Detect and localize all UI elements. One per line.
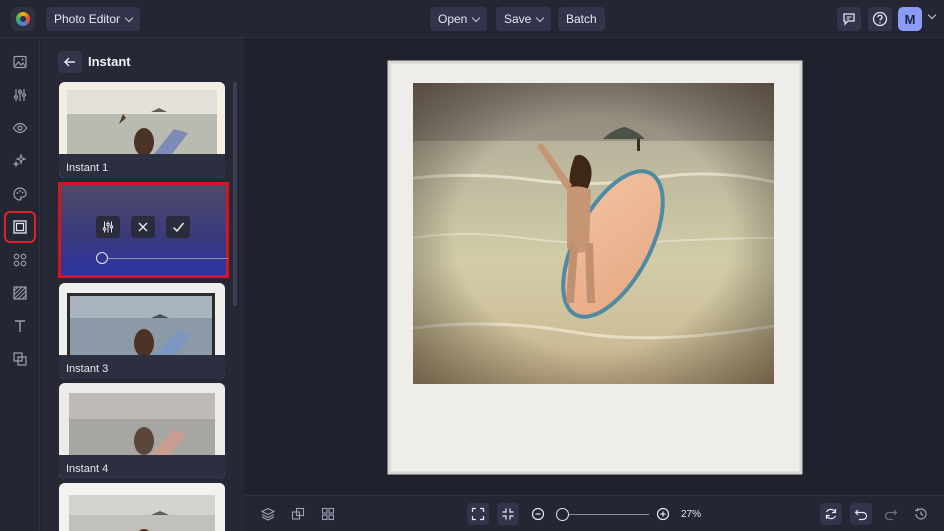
zoom-slider-track[interactable] — [563, 514, 649, 515]
rail-item-text[interactable] — [8, 314, 32, 338]
comments-button[interactable] — [837, 7, 861, 31]
rail-item-graphics[interactable] — [8, 248, 32, 272]
undo-icon — [854, 509, 868, 521]
layers-icon — [261, 507, 275, 521]
rail-item-image[interactable] — [8, 50, 32, 74]
open-button[interactable]: Open — [430, 7, 488, 31]
frame-settings-button[interactable] — [96, 216, 120, 238]
chevron-down-icon — [124, 13, 134, 22]
avatar-initial: M — [904, 11, 916, 27]
frame-card-partial[interactable] — [59, 483, 225, 531]
frame-intensity-track[interactable] — [108, 258, 228, 259]
panel-scrollbar[interactable] — [233, 82, 237, 306]
refresh-icon — [825, 508, 837, 520]
adjustments-icon — [14, 89, 26, 101]
comment-icon — [843, 13, 855, 26]
batch-label: Batch — [566, 12, 597, 26]
chevron-down-icon[interactable] — [927, 10, 937, 20]
batch-button[interactable]: Batch — [558, 7, 605, 31]
reset-button[interactable] — [820, 503, 842, 525]
photo-editor-menu[interactable]: Photo Editor — [46, 7, 141, 31]
panel-title: Instant — [88, 54, 131, 69]
open-label: Open — [438, 12, 468, 26]
frames-panel: Instant Instant 1 Instant 3 Instant 4 — [41, 38, 244, 531]
rail-item-frames[interactable] — [4, 211, 36, 243]
help-button[interactable] — [868, 7, 892, 31]
rail-item-artsy[interactable] — [8, 182, 32, 206]
rail-item-effects[interactable] — [8, 149, 32, 173]
rail-item-textures[interactable] — [8, 281, 32, 305]
expand-icon — [471, 507, 485, 521]
frame-card-instant-1[interactable]: Instant 1 — [59, 82, 225, 178]
eye-icon — [12, 122, 28, 134]
grid-icon — [321, 507, 335, 521]
frame-thumbnail — [59, 383, 225, 455]
actual-size-button[interactable] — [497, 503, 519, 525]
save-button[interactable]: Save — [496, 7, 552, 31]
chevron-down-icon — [536, 13, 545, 22]
selected-frame-card[interactable] — [58, 182, 229, 278]
zoom-in-button[interactable] — [652, 503, 674, 525]
frame-card-label: Instant 4 — [59, 455, 225, 479]
fit-to-screen-button[interactable] — [467, 503, 489, 525]
frames-icon — [13, 220, 27, 234]
frame-card-label: Instant 1 — [59, 154, 225, 178]
adjustments-icon — [102, 221, 114, 233]
help-icon — [872, 11, 888, 27]
chevron-down-icon — [472, 13, 481, 22]
arrow-left-icon — [64, 57, 75, 67]
check-icon — [172, 222, 184, 233]
overlay-icon — [13, 352, 27, 366]
frame-card-instant-3[interactable]: Instant 3 — [59, 283, 225, 379]
editor-canvas[interactable] — [245, 38, 944, 495]
layers-button[interactable] — [257, 503, 279, 525]
zoom-slider-knob[interactable] — [556, 508, 569, 521]
back-button[interactable] — [58, 51, 82, 73]
frame-intensity-knob[interactable] — [96, 252, 108, 264]
frame-thumbnail — [59, 283, 225, 355]
sparkle-icon — [12, 153, 27, 168]
undo-button[interactable] — [850, 503, 872, 525]
rail-item-overlays[interactable] — [8, 347, 32, 371]
app-logo[interactable] — [11, 7, 35, 31]
tool-rail — [0, 38, 40, 531]
grid-button[interactable] — [317, 503, 339, 525]
photo-editor-label: Photo Editor — [54, 12, 121, 26]
history-button[interactable] — [910, 503, 932, 525]
history-icon — [915, 508, 927, 520]
frame-card-instant-4[interactable]: Instant 4 — [59, 383, 225, 479]
frame-thumbnail — [59, 82, 225, 154]
save-label: Save — [504, 12, 532, 26]
apply-button[interactable] — [166, 216, 190, 238]
zoom-out-icon — [531, 507, 545, 521]
frame-card-label: Instant 3 — [59, 355, 225, 379]
zoom-in-icon — [656, 507, 670, 521]
text-icon — [15, 320, 25, 332]
bottom-toolbar: 27% — [245, 495, 944, 531]
shapes-icon — [13, 253, 27, 267]
arrange-button[interactable] — [287, 503, 309, 525]
edited-photo[interactable] — [245, 38, 944, 495]
texture-icon — [13, 286, 27, 300]
avatar[interactable]: M — [898, 7, 922, 31]
zoom-level-text: 27% — [681, 509, 702, 520]
logo-icon — [16, 12, 30, 26]
zoom-out-button[interactable] — [527, 503, 549, 525]
rail-item-view[interactable] — [8, 116, 32, 140]
top-bar: Photo Editor Open Save Batch M — [0, 0, 944, 38]
duplicate-icon — [291, 507, 305, 520]
image-icon — [13, 55, 27, 69]
redo-button[interactable] — [880, 503, 902, 525]
palette-icon — [13, 187, 27, 201]
frame-thumbnail — [59, 483, 225, 531]
cancel-button[interactable] — [131, 216, 155, 238]
close-icon — [138, 222, 148, 232]
redo-icon — [884, 509, 898, 521]
rail-item-adjust[interactable] — [8, 83, 32, 107]
collapse-icon — [502, 508, 514, 520]
